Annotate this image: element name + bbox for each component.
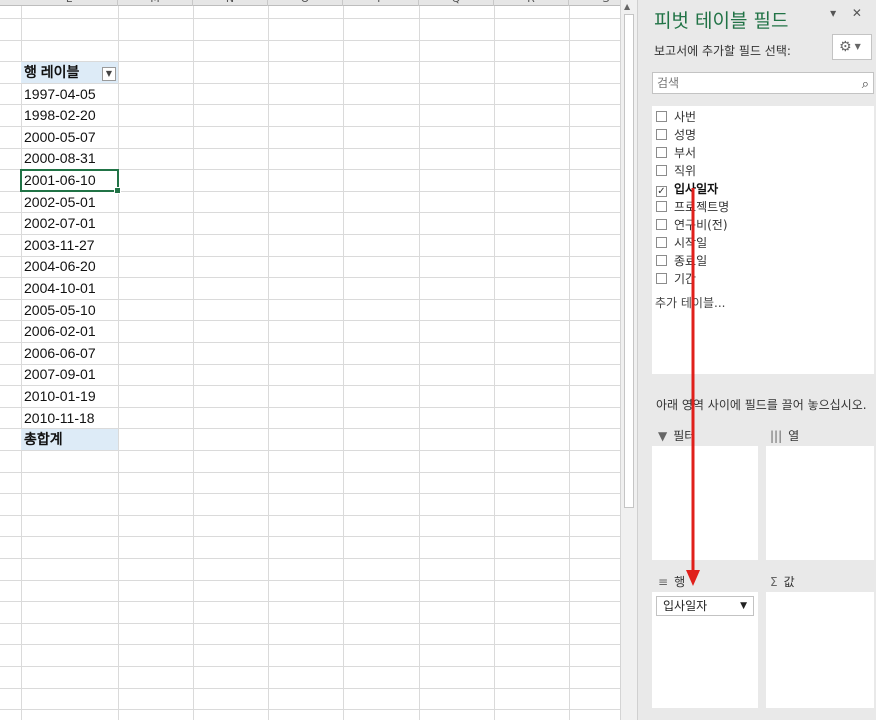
field-item[interactable]: 부서 [656, 144, 696, 162]
column-header-r[interactable]: R [494, 0, 569, 6]
checkbox-icon[interactable] [656, 201, 667, 212]
checkbox-icon[interactable] [656, 147, 667, 158]
column-header-n[interactable]: N [193, 0, 268, 6]
rows-area-label: ≡ 행 [658, 573, 685, 590]
pivot-table-fields-pane: 피벗 테이블 필드 ▾ ✕ 보고서에 추가할 필드 선택: ⚙ ▼ 검색 ⌕ 사번… [637, 0, 876, 720]
checkbox-checked-icon[interactable]: ✓ [656, 186, 667, 197]
checkbox-icon[interactable] [656, 129, 667, 140]
values-drop-area[interactable] [766, 592, 874, 708]
choose-fields-label: 보고서에 추가할 필드 선택: [654, 44, 791, 58]
columns-drop-area[interactable] [766, 446, 874, 560]
column-header-s[interactable]: S [569, 0, 620, 6]
field-item[interactable]: 성명 [656, 126, 696, 144]
field-item[interactable]: 직위 [656, 162, 696, 180]
columns-icon: ||| [770, 429, 783, 443]
checkbox-icon[interactable] [656, 273, 667, 284]
drag-annotation-arrow [686, 188, 700, 586]
pivot-grand-total-cell[interactable]: 총합계 [21, 429, 118, 450]
field-item[interactable]: 사번 [656, 108, 696, 126]
pivot-row-cell[interactable]: 2005-05-10 [21, 300, 118, 321]
field-label: 부서 [674, 146, 697, 160]
field-search-input[interactable]: 검색 ⌕ [652, 72, 874, 94]
search-placeholder: 검색 [657, 76, 680, 90]
rows-field-label: 입사일자 [663, 599, 708, 613]
rows-label-text: 행 [674, 575, 686, 589]
gear-icon: ⚙ [839, 39, 852, 55]
pivot-row-cell[interactable]: 1998-02-20 [21, 105, 118, 126]
columns-label-text: 열 [788, 429, 800, 443]
pivot-row-cell[interactable]: 2003-11-27 [21, 235, 118, 256]
pivot-row-cell[interactable]: 2000-08-31 [21, 148, 118, 169]
checkbox-icon[interactable] [656, 219, 667, 230]
column-header-l[interactable]: L [21, 0, 118, 6]
arrow-head [686, 570, 700, 586]
checkbox-icon[interactable] [656, 255, 667, 266]
field-label: 직위 [674, 164, 697, 178]
column-header-m[interactable]: M [118, 0, 193, 6]
pivot-row-cell[interactable]: 2004-10-01 [21, 278, 118, 299]
checkbox-icon[interactable] [656, 237, 667, 248]
pivot-row-cell[interactable]: 2007-09-01 [21, 364, 118, 385]
rows-icon: ≡ [658, 575, 669, 589]
column-header-p[interactable]: P [343, 0, 419, 6]
pivot-row-cell[interactable]: 2004-06-20 [21, 256, 118, 277]
checkbox-icon[interactable] [656, 111, 667, 122]
filter-icon: ▼ [658, 429, 668, 443]
sigma-icon: Σ [770, 575, 778, 589]
pivot-row-cell[interactable]: 2000-05-07 [21, 127, 118, 148]
field-label: 성명 [674, 128, 697, 142]
pane-options-close-icons[interactable]: ▾ ✕ [830, 6, 868, 20]
pane-title: 피벗 테이블 필드 [654, 10, 789, 32]
pivot-row-cell[interactable]: 2002-07-01 [21, 213, 118, 234]
values-label-text: 값 [783, 575, 795, 589]
vertical-scrollbar[interactable]: ▲ [620, 0, 637, 720]
column-header-q[interactable]: Q [419, 0, 494, 6]
column-header-o[interactable]: O [268, 0, 343, 6]
row-labels-filter-dropdown-button[interactable]: ▼ [102, 67, 116, 81]
field-label: 연구비(전) [674, 218, 728, 232]
field-label: 프로젝트명 [674, 200, 730, 214]
pivot-row-cell[interactable]: 1997-04-05 [21, 84, 118, 105]
pivot-row-cell[interactable]: 2010-11-18 [21, 408, 118, 429]
pivot-row-cell[interactable]: 2002-05-01 [21, 192, 118, 213]
scroll-up-arrow-icon[interactable]: ▲ [624, 2, 630, 11]
pivot-row-cell[interactable]: 2001-06-10 [20, 169, 121, 194]
field-label: 사번 [674, 110, 697, 124]
columns-area-label: ||| 열 [770, 427, 799, 444]
pivot-row-cell[interactable]: 2006-02-01 [21, 321, 118, 342]
pivot-row-cell[interactable]: 2006-06-07 [21, 343, 118, 364]
filters-drop-area[interactable] [652, 446, 758, 560]
field-list-settings-button[interactable]: ⚙ ▼ [832, 34, 872, 60]
rows-drop-area[interactable]: 입사일자 ▼ [652, 592, 758, 708]
checkbox-icon[interactable] [656, 165, 667, 176]
row-labels-text: 행 레이블 [24, 64, 80, 80]
search-icon: ⌕ [861, 77, 869, 92]
rows-field-chip[interactable]: 입사일자 ▼ [656, 596, 754, 616]
worksheet[interactable]: LMNOPQRS 행 레이블 ▼ 1997-04-051998-02-20200… [0, 0, 620, 720]
scrollbar-thumb[interactable] [624, 14, 634, 508]
chevron-down-icon: ▼ [854, 42, 861, 51]
chevron-down-icon[interactable]: ▼ [740, 597, 747, 615]
pivot-row-cell[interactable]: 2010-01-19 [21, 386, 118, 407]
values-area-label: Σ값 [770, 573, 795, 590]
